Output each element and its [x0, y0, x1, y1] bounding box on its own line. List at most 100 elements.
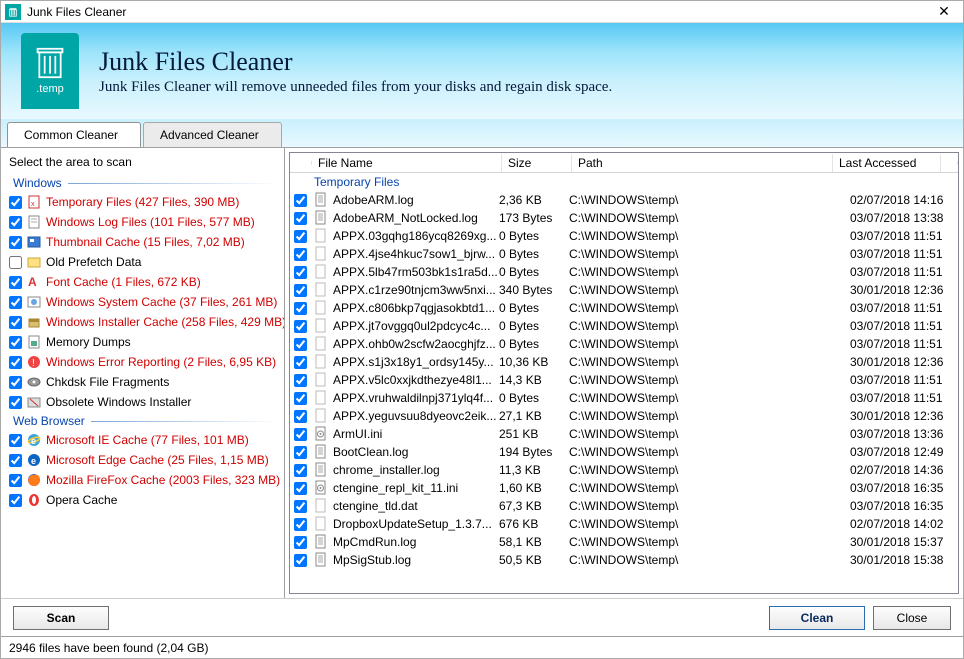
- row-checkbox[interactable]: [294, 392, 307, 405]
- row-checkbox[interactable]: [294, 518, 307, 531]
- ie-icon: e: [26, 432, 42, 448]
- table-row[interactable]: DropboxUpdateSetup_1.3.7...676 KBC:\WIND…: [290, 515, 958, 533]
- file-icon: [313, 390, 329, 406]
- col-check[interactable]: [290, 161, 312, 165]
- scan-item[interactable]: !Windows Error Reporting (2 Files, 6,95 …: [7, 352, 278, 372]
- row-checkbox[interactable]: [294, 464, 307, 477]
- row-checkbox[interactable]: [294, 446, 307, 459]
- scan-item-checkbox[interactable]: [9, 434, 22, 447]
- table-row[interactable]: APPX.v5lc0xxjkdthezye48l1...14,3 KBC:\WI…: [290, 371, 958, 389]
- table-row[interactable]: APPX.c1rze90tnjcm3ww5nxi...340 BytesC:\W…: [290, 281, 958, 299]
- table-row[interactable]: APPX.03gqhg186ycq8269xg...0 BytesC:\WIND…: [290, 227, 958, 245]
- table-row[interactable]: MpSigStub.log50,5 KBC:\WINDOWS\temp\30/0…: [290, 551, 958, 569]
- scan-item-checkbox[interactable]: [9, 236, 22, 249]
- file-size: 173 Bytes: [499, 211, 569, 225]
- table-row[interactable]: ctengine_tld.dat67,3 KBC:\WINDOWS\temp\0…: [290, 497, 958, 515]
- row-checkbox[interactable]: [294, 338, 307, 351]
- row-checkbox[interactable]: [294, 374, 307, 387]
- scan-item[interactable]: Windows System Cache (37 Files, 261 MB): [7, 292, 278, 312]
- col-size[interactable]: Size: [502, 154, 572, 172]
- file-date: 02/07/2018 14:02: [850, 517, 958, 531]
- scan-item[interactable]: AFont Cache (1 Files, 672 KB): [7, 272, 278, 292]
- scan-item-checkbox[interactable]: [9, 196, 22, 209]
- table-row[interactable]: AdobeARM.log2,36 KBC:\WINDOWS\temp\02/07…: [290, 191, 958, 209]
- row-checkbox[interactable]: [294, 428, 307, 441]
- scan-item-checkbox[interactable]: [9, 216, 22, 229]
- row-checkbox[interactable]: [294, 212, 307, 225]
- table-row[interactable]: APPX.vruhwaldilnpj371ylq4f...0 BytesC:\W…: [290, 389, 958, 407]
- scan-item[interactable]: Opera Cache: [7, 490, 278, 510]
- tab-common-cleaner[interactable]: Common Cleaner: [7, 122, 141, 147]
- col-filename[interactable]: File Name: [312, 154, 502, 172]
- window-close-button[interactable]: ✕: [929, 3, 959, 20]
- row-checkbox[interactable]: [294, 410, 307, 423]
- table-row[interactable]: MpCmdRun.log58,1 KBC:\WINDOWS\temp\30/01…: [290, 533, 958, 551]
- table-row[interactable]: APPX.s1j3x18y1_ordsy145y...10,36 KBC:\WI…: [290, 353, 958, 371]
- scan-item-checkbox[interactable]: [9, 474, 22, 487]
- scan-item[interactable]: eMicrosoft IE Cache (77 Files, 101 MB): [7, 430, 278, 450]
- file-name: APPX.s1j3x18y1_ordsy145y...: [333, 355, 499, 369]
- file-group-header: Temporary Files: [290, 173, 958, 191]
- scan-button[interactable]: Scan: [13, 606, 109, 630]
- table-row[interactable]: ArmUI.ini251 KBC:\WINDOWS\temp\03/07/201…: [290, 425, 958, 443]
- scan-item[interactable]: Mozilla FireFox Cache (2003 Files, 323 M…: [7, 470, 278, 490]
- row-checkbox[interactable]: [294, 194, 307, 207]
- table-row[interactable]: BootClean.log194 BytesC:\WINDOWS\temp\03…: [290, 443, 958, 461]
- clean-button[interactable]: Clean: [769, 606, 865, 630]
- table-row[interactable]: APPX.c806bkp7qgjasokbtd1...0 BytesC:\WIN…: [290, 299, 958, 317]
- opera-icon: [26, 492, 42, 508]
- scan-item[interactable]: Chkdsk File Fragments: [7, 372, 278, 392]
- row-checkbox[interactable]: [294, 554, 307, 567]
- file-name: AdobeARM_NotLocked.log: [333, 211, 499, 225]
- table-row[interactable]: APPX.jt7ovggq0ul2pdcyc4c...0 BytesC:\WIN…: [290, 317, 958, 335]
- scan-item-checkbox[interactable]: [9, 356, 22, 369]
- table-row[interactable]: APPX.ohb0w2scfw2aocghjfz...0 BytesC:\WIN…: [290, 335, 958, 353]
- file-size: 1,60 KB: [499, 481, 569, 495]
- file-icon: [313, 534, 329, 550]
- col-last-accessed[interactable]: Last Accessed: [833, 154, 941, 172]
- tab-advanced-cleaner[interactable]: Advanced Cleaner: [143, 122, 282, 147]
- table-row[interactable]: AdobeARM_NotLocked.log173 BytesC:\WINDOW…: [290, 209, 958, 227]
- file-date: 30/01/2018 12:36: [850, 409, 958, 423]
- header-banner: .temp Junk Files Cleaner Junk Files Clea…: [1, 23, 963, 119]
- scan-item-checkbox[interactable]: [9, 316, 22, 329]
- row-checkbox[interactable]: [294, 302, 307, 315]
- row-checkbox[interactable]: [294, 536, 307, 549]
- scan-item[interactable]: Windows Log Files (101 Files, 577 MB): [7, 212, 278, 232]
- file-path: C:\WINDOWS\temp\: [569, 553, 850, 567]
- table-row[interactable]: ctengine_repl_kit_11.ini1,60 KBC:\WINDOW…: [290, 479, 958, 497]
- scan-item[interactable]: Thumbnail Cache (15 Files, 7,02 MB): [7, 232, 278, 252]
- table-header: File Name Size Path Last Accessed: [290, 153, 958, 173]
- scan-item-checkbox[interactable]: [9, 296, 22, 309]
- scan-item-checkbox[interactable]: [9, 454, 22, 467]
- table-body[interactable]: Temporary FilesAdobeARM.log2,36 KBC:\WIN…: [290, 173, 958, 593]
- scan-item-checkbox[interactable]: [9, 494, 22, 507]
- scan-item[interactable]: Memory Dumps: [7, 332, 278, 352]
- scan-item[interactable]: xTemporary Files (427 Files, 390 MB): [7, 192, 278, 212]
- scan-item-checkbox[interactable]: [9, 336, 22, 349]
- scan-item-checkbox[interactable]: [9, 396, 22, 409]
- row-checkbox[interactable]: [294, 266, 307, 279]
- file-name: DropboxUpdateSetup_1.3.7...: [333, 517, 499, 531]
- scan-item[interactable]: eMicrosoft Edge Cache (25 Files, 1,15 MB…: [7, 450, 278, 470]
- table-row[interactable]: APPX.4jse4hkuc7sow1_bjrw...0 BytesC:\WIN…: [290, 245, 958, 263]
- file-path: C:\WINDOWS\temp\: [569, 445, 850, 459]
- row-checkbox[interactable]: [294, 482, 307, 495]
- row-checkbox[interactable]: [294, 500, 307, 513]
- scan-item-checkbox[interactable]: [9, 256, 22, 269]
- scan-item[interactable]: Old Prefetch Data: [7, 252, 278, 272]
- scan-item[interactable]: Obsolete Windows Installer: [7, 392, 278, 412]
- table-row[interactable]: chrome_installer.log11,3 KBC:\WINDOWS\te…: [290, 461, 958, 479]
- row-checkbox[interactable]: [294, 284, 307, 297]
- row-checkbox[interactable]: [294, 248, 307, 261]
- close-button[interactable]: Close: [873, 606, 951, 630]
- scan-item-checkbox[interactable]: [9, 376, 22, 389]
- col-path[interactable]: Path: [572, 154, 833, 172]
- table-row[interactable]: APPX.5lb47rm503bk1s1ra5d...0 BytesC:\WIN…: [290, 263, 958, 281]
- table-row[interactable]: APPX.yeguvsuu8dyeovc2eik...27,1 KBC:\WIN…: [290, 407, 958, 425]
- row-checkbox[interactable]: [294, 356, 307, 369]
- scan-item-checkbox[interactable]: [9, 276, 22, 289]
- row-checkbox[interactable]: [294, 230, 307, 243]
- row-checkbox[interactable]: [294, 320, 307, 333]
- scan-item[interactable]: Windows Installer Cache (258 Files, 429 …: [7, 312, 278, 332]
